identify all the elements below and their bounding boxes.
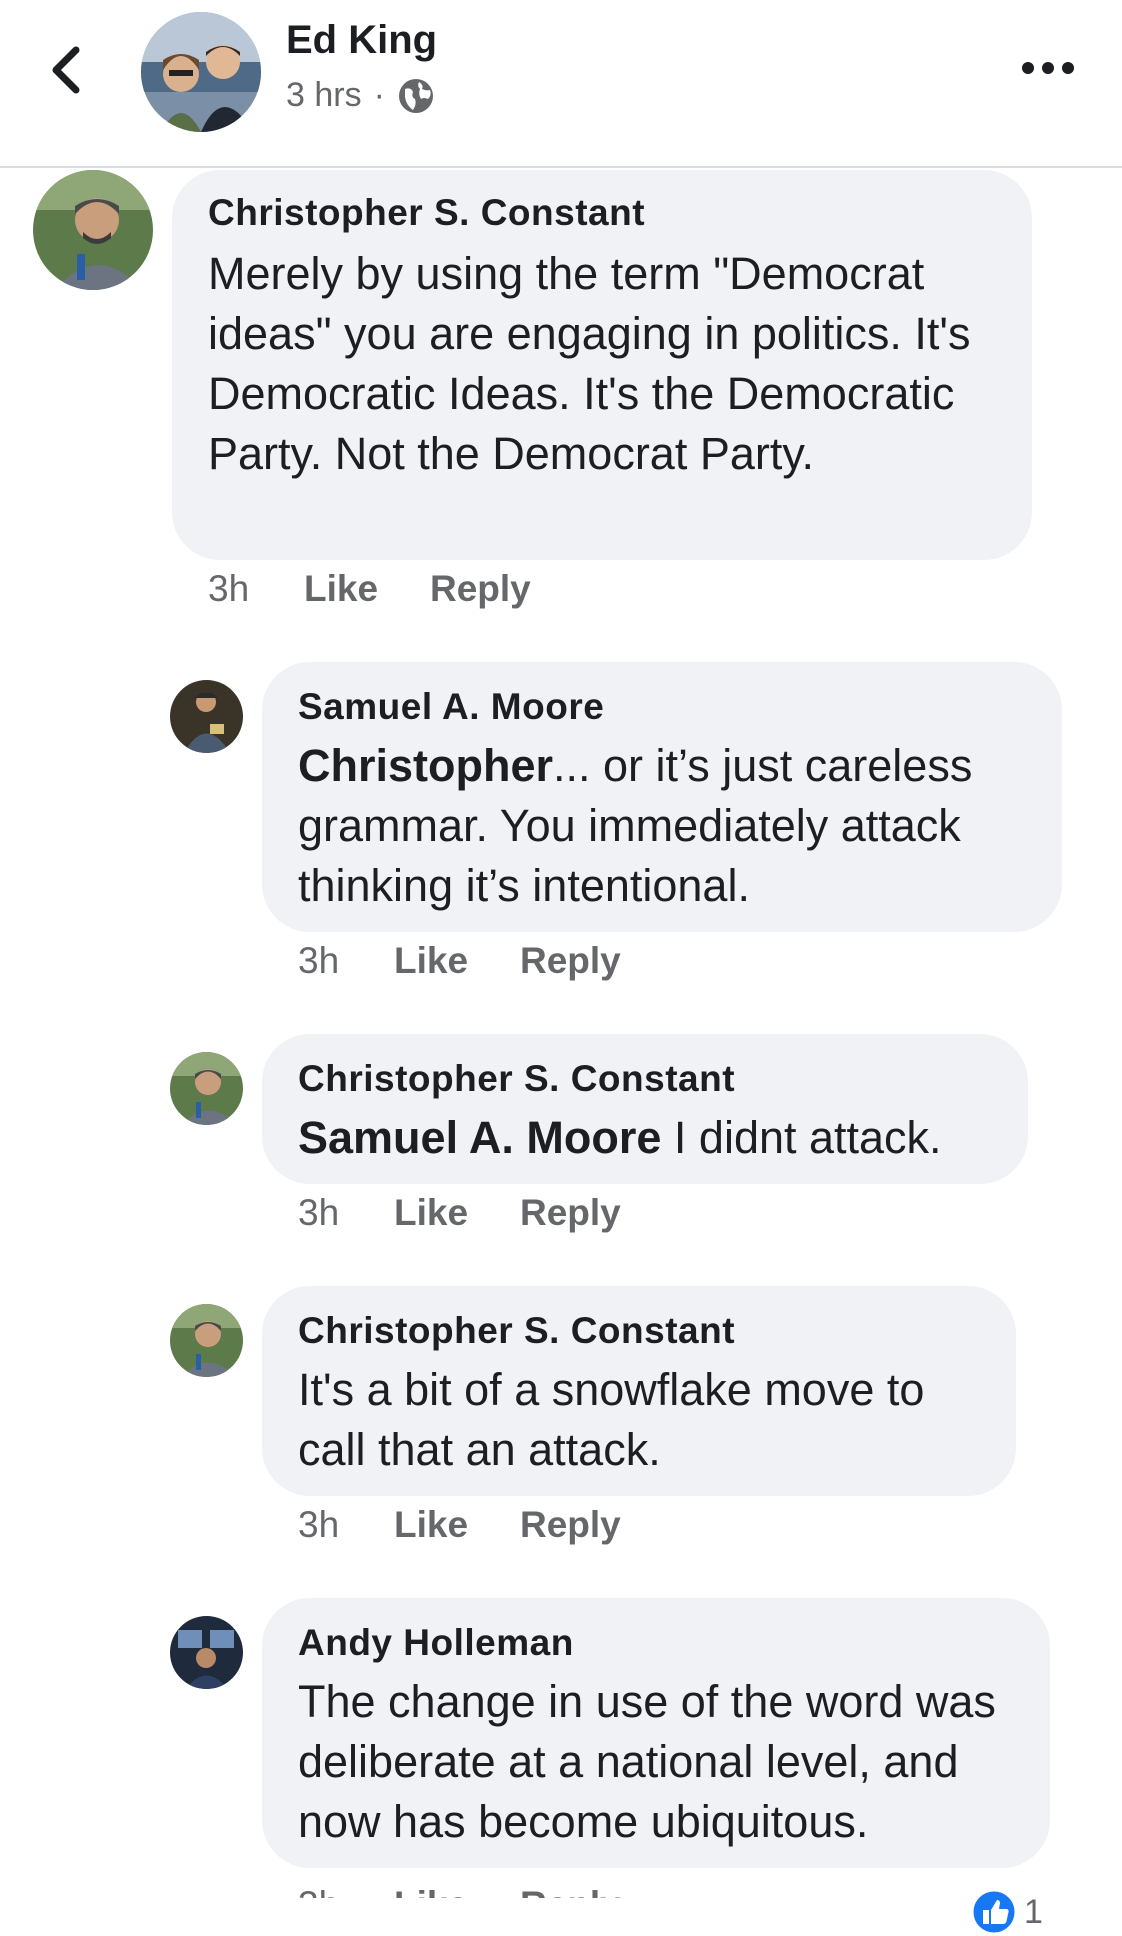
avatar[interactable]	[170, 1616, 243, 1689]
comment-actions: 3h Like Reply	[298, 940, 621, 982]
avatar[interactable]	[170, 680, 243, 753]
chevron-left-icon[interactable]	[40, 42, 96, 98]
reply-button[interactable]: Reply	[520, 940, 621, 982]
comment-text: Merely by using the term "Democrat ideas…	[208, 244, 996, 484]
post-meta: 3 hrs ·	[286, 76, 435, 115]
comment-body: The change in use of the word was delibe…	[298, 1676, 996, 1847]
post-time: 3 hrs	[286, 76, 362, 114]
comment-time: 3h	[298, 940, 340, 981]
reply-button[interactable]: Reply	[520, 1192, 621, 1234]
post-author-name[interactable]: Ed King	[286, 18, 437, 63]
like-button[interactable]: Like	[304, 568, 430, 610]
reply-button[interactable]: Reply	[520, 1504, 621, 1546]
like-button[interactable]: Like	[394, 1192, 520, 1234]
mention-link[interactable]: Samuel A. Moore	[298, 1112, 661, 1163]
avatar[interactable]	[33, 170, 153, 290]
comment-author[interactable]: Christopher S. Constant	[298, 1310, 980, 1352]
comment-author[interactable]: Samuel A. Moore	[298, 686, 1026, 728]
comment-actions: 3h Like Reply	[208, 568, 531, 610]
reaction-count: 1	[1024, 1892, 1043, 1931]
comment-bubble: Christopher S. Constant Merely by using …	[172, 170, 1032, 560]
avatar[interactable]	[141, 12, 261, 132]
like-button[interactable]: Like	[394, 940, 520, 982]
comment-time: 3h	[298, 1504, 340, 1545]
comment-body: I didnt attack.	[661, 1112, 942, 1163]
comment-bubble: Samuel A. Moore Christopher... or it’s j…	[262, 662, 1062, 932]
reply-button[interactable]: Reply	[430, 568, 531, 610]
comment-time: 3h	[298, 1192, 340, 1233]
comment-text: The change in use of the word was delibe…	[298, 1672, 1014, 1852]
comment-author[interactable]: Christopher S. Constant	[298, 1058, 992, 1100]
comment-bubble: Christopher S. Constant Samuel A. Moore …	[262, 1034, 1028, 1184]
more-horizontal-icon[interactable]	[1020, 56, 1076, 80]
comment-text: Samuel A. Moore I didnt attack.	[298, 1108, 992, 1168]
comment-bubble: Andy Holleman The change in use of the w…	[262, 1598, 1050, 1868]
comment-text: It's a bit of a snowflake move to call t…	[298, 1360, 980, 1480]
avatar[interactable]	[170, 1052, 243, 1125]
like-icon	[970, 1888, 1018, 1936]
like-button[interactable]: Like	[394, 1504, 520, 1546]
comment-time: 3h	[208, 568, 250, 609]
post-header: Ed King 3 hrs ·	[0, 0, 1122, 168]
reply-button[interactable]: Reply	[520, 1884, 621, 1898]
mention-link[interactable]: Christopher	[298, 740, 553, 791]
comment-actions: 3h Like Reply	[298, 1192, 621, 1234]
avatar[interactable]	[170, 1304, 243, 1377]
comment-author[interactable]: Christopher S. Constant	[208, 192, 996, 234]
comment-text: Christopher... or it’s just careless gra…	[298, 736, 1026, 916]
comment-author[interactable]: Andy Holleman	[298, 1622, 1014, 1664]
comment-body: Merely by using the term "Democrat ideas…	[208, 248, 971, 479]
reaction-summary[interactable]: 1	[970, 1888, 1043, 1936]
comment-body: It's a bit of a snowflake move to call t…	[298, 1364, 925, 1475]
meta-separator: ·	[373, 76, 385, 114]
globe-icon	[398, 78, 433, 113]
like-button[interactable]: Like	[394, 1884, 520, 1898]
comment-actions: 3h Like Reply	[298, 1884, 621, 1898]
comment-bubble: Christopher S. Constant It's a bit of a …	[262, 1286, 1016, 1496]
comment-time: 3h	[298, 1884, 394, 1898]
comment-actions: 3h Like Reply	[298, 1504, 621, 1546]
